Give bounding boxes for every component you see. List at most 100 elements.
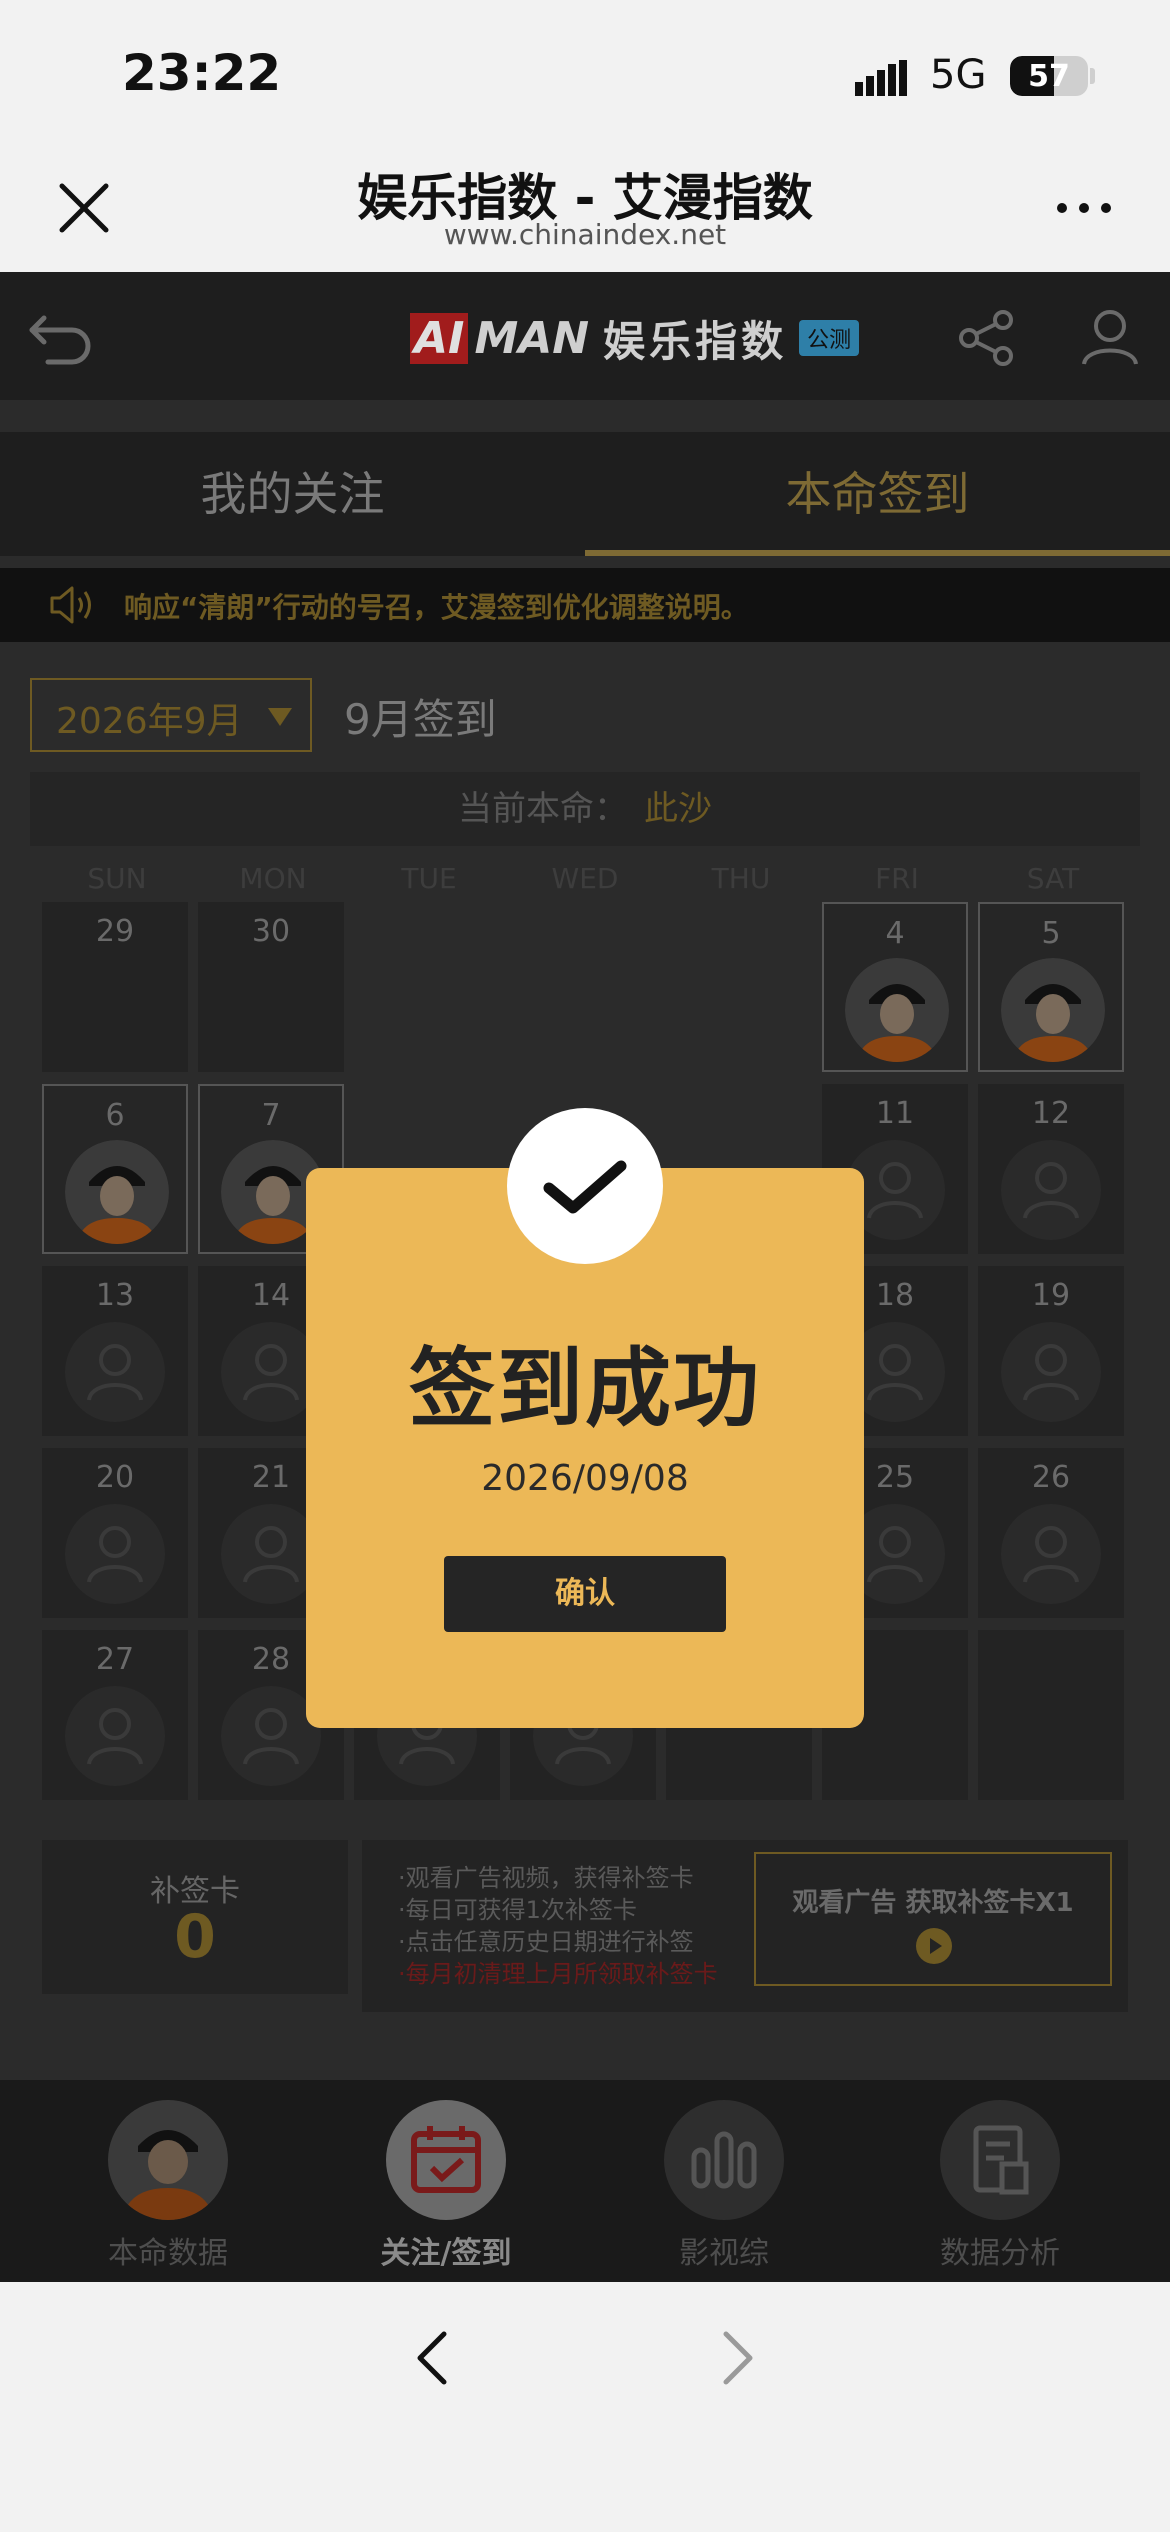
nav-label: 本命数据 — [108, 2236, 228, 2271]
confirm-button[interactable]: 确认 — [444, 1556, 726, 1632]
notice-bar[interactable]: 响应“清朗”行动的号召，艾漫签到优化调整说明。 — [0, 568, 1170, 642]
calendar-day-number: 12 — [1031, 1096, 1071, 1131]
watch-ad-button[interactable]: 观看广告 获取补签卡X1 — [754, 1852, 1112, 1986]
share-icon[interactable] — [955, 306, 1019, 370]
calendar-day-number: 27 — [95, 1642, 135, 1677]
notice-text: 响应“清朗”行动的号召，艾漫签到优化调整说明。 — [124, 591, 749, 624]
calendar-day-cell[interactable]: 29 — [42, 902, 188, 1072]
back-icon[interactable] — [26, 306, 96, 366]
chevron-left-icon[interactable] — [412, 2328, 452, 2388]
chevron-right-icon[interactable] — [718, 2328, 758, 2388]
weekday-label: WED — [551, 862, 619, 895]
status-bar: 23:22 5G 57 — [0, 0, 1170, 140]
speaker-icon — [50, 586, 91, 624]
tab-destiny-checkin[interactable]: 本命签到 — [585, 432, 1170, 556]
calendar-day-cell[interactable] — [978, 1630, 1124, 1800]
destiny-value: 此沙 — [644, 789, 712, 829]
calendar-day-number: 13 — [95, 1278, 135, 1313]
battery-icon: 57 — [1010, 56, 1088, 96]
empty-avatar-icon — [1001, 1140, 1101, 1240]
weekday-label: FRI — [875, 862, 919, 895]
calendar-day-cell[interactable]: 26 — [978, 1448, 1124, 1618]
network-type: 5G — [930, 52, 987, 98]
avatar-icon — [108, 2100, 228, 2220]
brand-logo: AI MAN 娱乐指数 公测 — [410, 308, 860, 368]
calendar-day-number: 7 — [261, 1098, 281, 1133]
weekday-label: SAT — [1026, 862, 1080, 895]
checkin-success-modal: 签到成功 2026/09/08 确认 — [306, 1108, 864, 1728]
rule-item: ·点击任意历史日期进行补签 — [398, 1928, 694, 1956]
weekday-label: THU — [711, 862, 771, 895]
beta-badge: 公测 — [799, 320, 860, 356]
nav-destiny-data[interactable]: 本命数据 — [58, 2100, 278, 2280]
calendar-day-number: 19 — [1031, 1278, 1071, 1313]
active-tab-indicator — [585, 550, 1170, 556]
nav-label: 影视综 — [679, 2236, 769, 2271]
calendar-day-number: 30 — [251, 914, 291, 949]
watch-ad-label: 观看广告 获取补签卡X1 — [792, 1888, 1074, 1918]
destiny-label: 当前本命： — [458, 789, 628, 829]
calendar-day-number: 11 — [875, 1096, 915, 1131]
calendar-day-number: 6 — [105, 1098, 125, 1133]
nav-label: 数据分析 — [940, 2236, 1060, 2271]
calendar-icon — [386, 2100, 506, 2220]
check-icon — [507, 1108, 663, 1264]
calendar-day-cell[interactable]: 5 — [978, 902, 1124, 1072]
browser-bottom-toolbar — [0, 2282, 1170, 2532]
checked-in-avatar — [1001, 958, 1105, 1062]
rule-item: ·每月初清理上月所领取补签卡 — [398, 1960, 718, 1988]
rule-item: ·观看广告视频，获得补签卡 — [398, 1864, 694, 1892]
calendar-day-cell[interactable]: 6 — [42, 1084, 188, 1254]
battery-level: 57 — [1028, 59, 1070, 94]
month-select[interactable]: 2026年9月 — [30, 678, 312, 752]
nav-follow-checkin[interactable]: 关注/签到 — [336, 2100, 556, 2280]
brand-cn: 娱乐指数 — [603, 316, 788, 366]
checked-in-avatar — [845, 958, 949, 1062]
calendar-day-cell[interactable]: 20 — [42, 1448, 188, 1618]
calendar-day-cell[interactable]: 19 — [978, 1266, 1124, 1436]
weekday-label: SUN — [87, 862, 147, 895]
calendar-day-number: 4 — [885, 916, 905, 951]
makeup-card-value: 0 — [174, 1902, 216, 1972]
current-destiny-bar: 当前本命： 此沙 — [30, 772, 1140, 846]
empty-avatar-icon — [65, 1322, 165, 1422]
nav-film-tv[interactable]: 影视综 — [614, 2100, 834, 2280]
calendar-day-number: 26 — [1031, 1460, 1071, 1495]
nav-data-analysis[interactable]: 数据分析 — [890, 2100, 1110, 2280]
calendar-day-number: 29 — [95, 914, 135, 949]
weekday-label: MON — [239, 862, 307, 895]
calendar-day-cell[interactable]: 4 — [822, 902, 968, 1072]
month-select-value: 2026年9月 — [56, 701, 243, 742]
signal-icon — [855, 60, 907, 96]
calendar-day-number: 20 — [95, 1460, 135, 1495]
page-url: www.chinaindex.net — [443, 218, 727, 251]
status-time: 23:22 — [122, 44, 282, 102]
user-icon[interactable] — [1078, 304, 1142, 368]
browser-title-bar: 娱乐指数 - 艾漫指数 www.chinaindex.net — [0, 140, 1170, 272]
checked-in-avatar — [65, 1140, 169, 1244]
calendar-day-cell[interactable]: 30 — [198, 902, 344, 1072]
rule-item: ·每日可获得1次补签卡 — [398, 1896, 637, 1924]
empty-avatar-icon — [65, 1686, 165, 1786]
calendar-day-cell[interactable]: 27 — [42, 1630, 188, 1800]
app-view: AI MAN 娱乐指数 公测 我的关注 本命签到 响应“清朗”行动的号召，艾漫签… — [0, 272, 1170, 2282]
tab-bar: 我的关注 本命签到 — [0, 432, 1170, 556]
document-icon — [940, 2100, 1060, 2220]
brand-man: MAN — [474, 312, 590, 364]
more-icon[interactable] — [1054, 200, 1114, 216]
calendar-day-cell[interactable]: 12 — [978, 1084, 1124, 1254]
makeup-card-panel: 补签卡 0 ·观看广告视频，获得补签卡 ·每日可获得1次补签卡 ·点击任意历史日… — [42, 1840, 1128, 2012]
weekday-header: SUN MON TUE WED THU FRI SAT — [42, 862, 1128, 898]
weekday-label: TUE — [401, 862, 457, 895]
calendar-day-cell[interactable]: 13 — [42, 1266, 188, 1436]
app-header: AI MAN 娱乐指数 公测 — [0, 272, 1170, 400]
brand-ai: AI — [410, 312, 469, 364]
play-icon — [916, 1928, 952, 1964]
modal-title: 签到成功 — [409, 1339, 761, 1439]
calendar-day-number: 5 — [1041, 916, 1061, 951]
tab-my-follows[interactable]: 我的关注 — [0, 432, 585, 556]
modal-date: 2026/09/08 — [481, 1458, 689, 1499]
bottom-nav: 本命数据 关注/签到 影视综 数据分析 — [0, 2080, 1170, 2282]
bar-chart-icon — [664, 2100, 784, 2220]
empty-avatar-icon — [65, 1504, 165, 1604]
